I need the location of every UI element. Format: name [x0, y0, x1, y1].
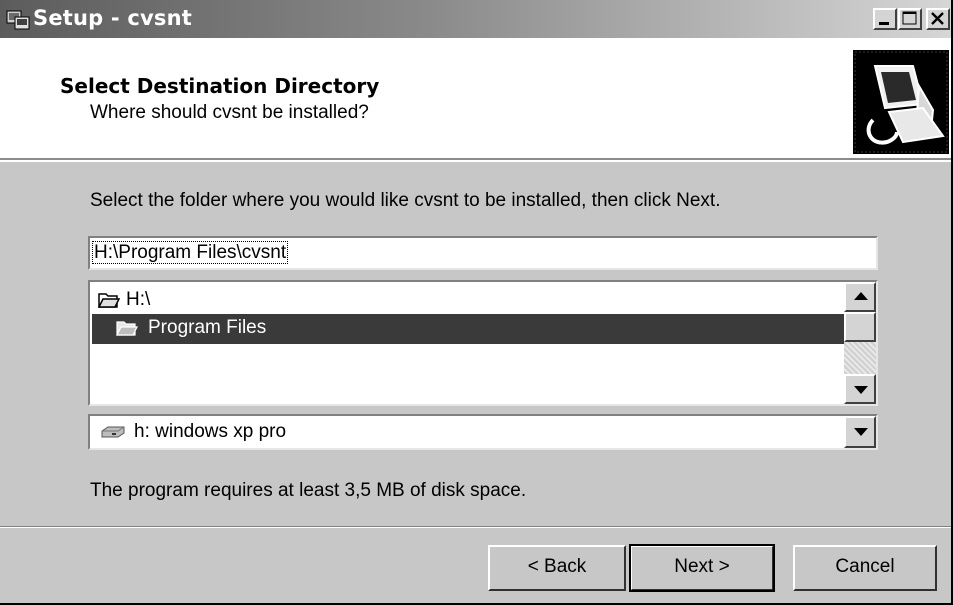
folder-open-icon	[98, 293, 120, 308]
back-button[interactable]: < Back	[488, 545, 626, 591]
arrow-up-icon	[854, 292, 868, 300]
next-button[interactable]: Next >	[629, 544, 775, 592]
hard-drive-icon	[101, 426, 125, 438]
wizard-header: Select Destination Directory Where shoul…	[0, 38, 951, 162]
setup-window: Setup - cvsnt Select Destination Directo…	[0, 0, 953, 605]
path-value: H:\Program Files\cvsnt	[91, 241, 289, 264]
maximize-button[interactable]	[898, 8, 922, 30]
footer-divider	[0, 526, 951, 528]
tree-item-label: H:\	[126, 289, 151, 310]
tree-scrollbar[interactable]	[844, 282, 876, 404]
folder-open-icon	[116, 321, 138, 336]
page-title: Select Destination Directory	[60, 74, 380, 98]
title-bar[interactable]: Setup - cvsnt	[0, 0, 951, 38]
arrow-down-icon	[854, 386, 868, 394]
minimize-icon	[879, 22, 889, 25]
destination-path-input[interactable]: H:\Program Files\cvsnt	[88, 236, 878, 270]
chevron-down-icon	[854, 428, 868, 436]
scroll-thumb[interactable]	[844, 312, 876, 342]
scroll-down-button[interactable]	[844, 374, 876, 404]
maximize-icon	[902, 11, 917, 25]
setup-app-icon	[6, 10, 30, 30]
tree-item-program-files[interactable]: Program Files	[92, 314, 846, 344]
computer-install-icon	[853, 50, 949, 154]
disk-space-text: The program requires at least 3,5 MB of …	[90, 480, 527, 501]
minimize-button[interactable]	[873, 8, 897, 30]
drive-select[interactable]: h: windows xp pro	[88, 414, 878, 450]
tree-item-label: Program Files	[148, 317, 267, 338]
drive-label: h: windows xp pro	[134, 421, 287, 442]
window-title: Setup - cvsnt	[33, 6, 192, 30]
scroll-up-button[interactable]	[844, 282, 876, 312]
tree-item-drive-root[interactable]: H:\	[92, 286, 392, 316]
page-subtitle: Where should cvsnt be installed?	[90, 102, 369, 123]
close-button[interactable]	[926, 8, 950, 30]
instruction-text: Select the folder where you would like c…	[90, 190, 721, 211]
folder-tree[interactable]: H:\ Program Files	[88, 280, 878, 406]
cancel-button[interactable]: Cancel	[793, 545, 937, 591]
close-icon	[931, 12, 944, 25]
dropdown-button[interactable]	[844, 416, 876, 448]
